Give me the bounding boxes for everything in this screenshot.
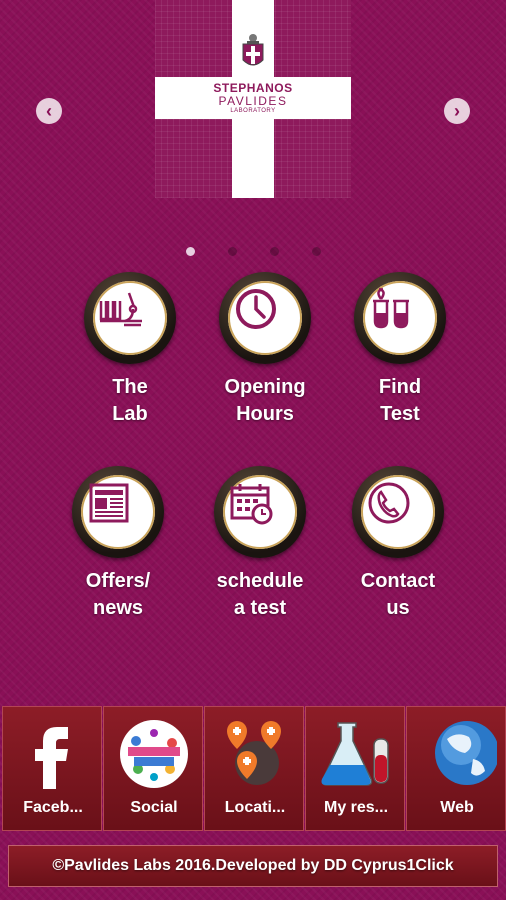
carousel-dot-2[interactable] (228, 247, 237, 256)
chevron-right-icon[interactable]: › (444, 98, 470, 124)
carousel-dot-1[interactable] (186, 247, 195, 256)
menu-opening-hours[interactable]: Opening Hours (205, 272, 325, 428)
shortcut-label: Faceb... (23, 799, 83, 816)
footer-copyright: ©Pavlides Labs 2016.Developed by DD Cypr… (8, 845, 498, 887)
menu-icon-circle (352, 466, 444, 558)
menu-find-test[interactable]: Find Test (340, 272, 460, 428)
menu-icon-circle (72, 466, 164, 558)
bottom-shortcut-bar: Faceb... Social Locati... My res... Web (0, 706, 506, 834)
social-media-icon (120, 720, 188, 788)
carousel-dot-3[interactable] (270, 247, 279, 256)
menu-contact-us[interactable]: Contact us (338, 466, 458, 622)
shortcut-location[interactable]: Locati... (204, 706, 304, 831)
test-tubes-icon (373, 287, 409, 329)
newspaper-icon (89, 483, 129, 523)
facebook-icon (35, 727, 68, 789)
menu-icon-circle (354, 272, 446, 364)
flask-icon (321, 722, 389, 786)
menu-label: Find Test (378, 376, 422, 425)
menu-icon-circle (219, 272, 311, 364)
menu-icon-circle (84, 272, 176, 364)
brand-line2: PAVLIDES (218, 94, 288, 108)
menu-label: schedule a test (216, 570, 304, 619)
calendar-icon (230, 484, 273, 525)
menu-icon-circle (214, 466, 306, 558)
location-pins-icon (227, 721, 281, 785)
hero-banner[interactable]: STEPHANOS PAVLIDES LABORATORY (155, 0, 351, 198)
menu-label: Contact us (360, 570, 436, 619)
menu-label: The Lab (112, 376, 148, 425)
brand-line3: LABORATORY (230, 108, 276, 114)
menu-offers-news[interactable]: Offers/news (58, 466, 178, 622)
shortcut-web[interactable]: Web (406, 706, 506, 831)
brand-logo-text: STEPHANOS PAVLIDES LABORATORY (155, 82, 351, 115)
carousel-dot-4[interactable] (312, 247, 321, 256)
clock-icon (236, 289, 276, 329)
shortcut-my-results[interactable]: My res... (305, 706, 405, 831)
crest-icon (242, 34, 264, 66)
shortcut-social[interactable]: Social (103, 706, 203, 831)
shortcut-label: Web (440, 799, 474, 816)
chevron-left-icon[interactable]: ‹ (36, 98, 62, 124)
microscope-icon (99, 292, 142, 327)
globe-icon (435, 721, 497, 785)
menu-schedule-test[interactable]: schedule a test (200, 466, 320, 622)
menu-the-lab[interactable]: The Lab (70, 272, 190, 428)
menu-label: Offers/news (85, 570, 151, 619)
shortcut-facebook[interactable]: Faceb... (2, 706, 102, 831)
phone-icon (368, 482, 410, 524)
menu-label: Opening Hours (224, 376, 306, 425)
shortcut-label: Social (130, 799, 178, 816)
shortcut-label: Locati... (224, 799, 286, 816)
shortcut-label: My res... (323, 799, 389, 816)
